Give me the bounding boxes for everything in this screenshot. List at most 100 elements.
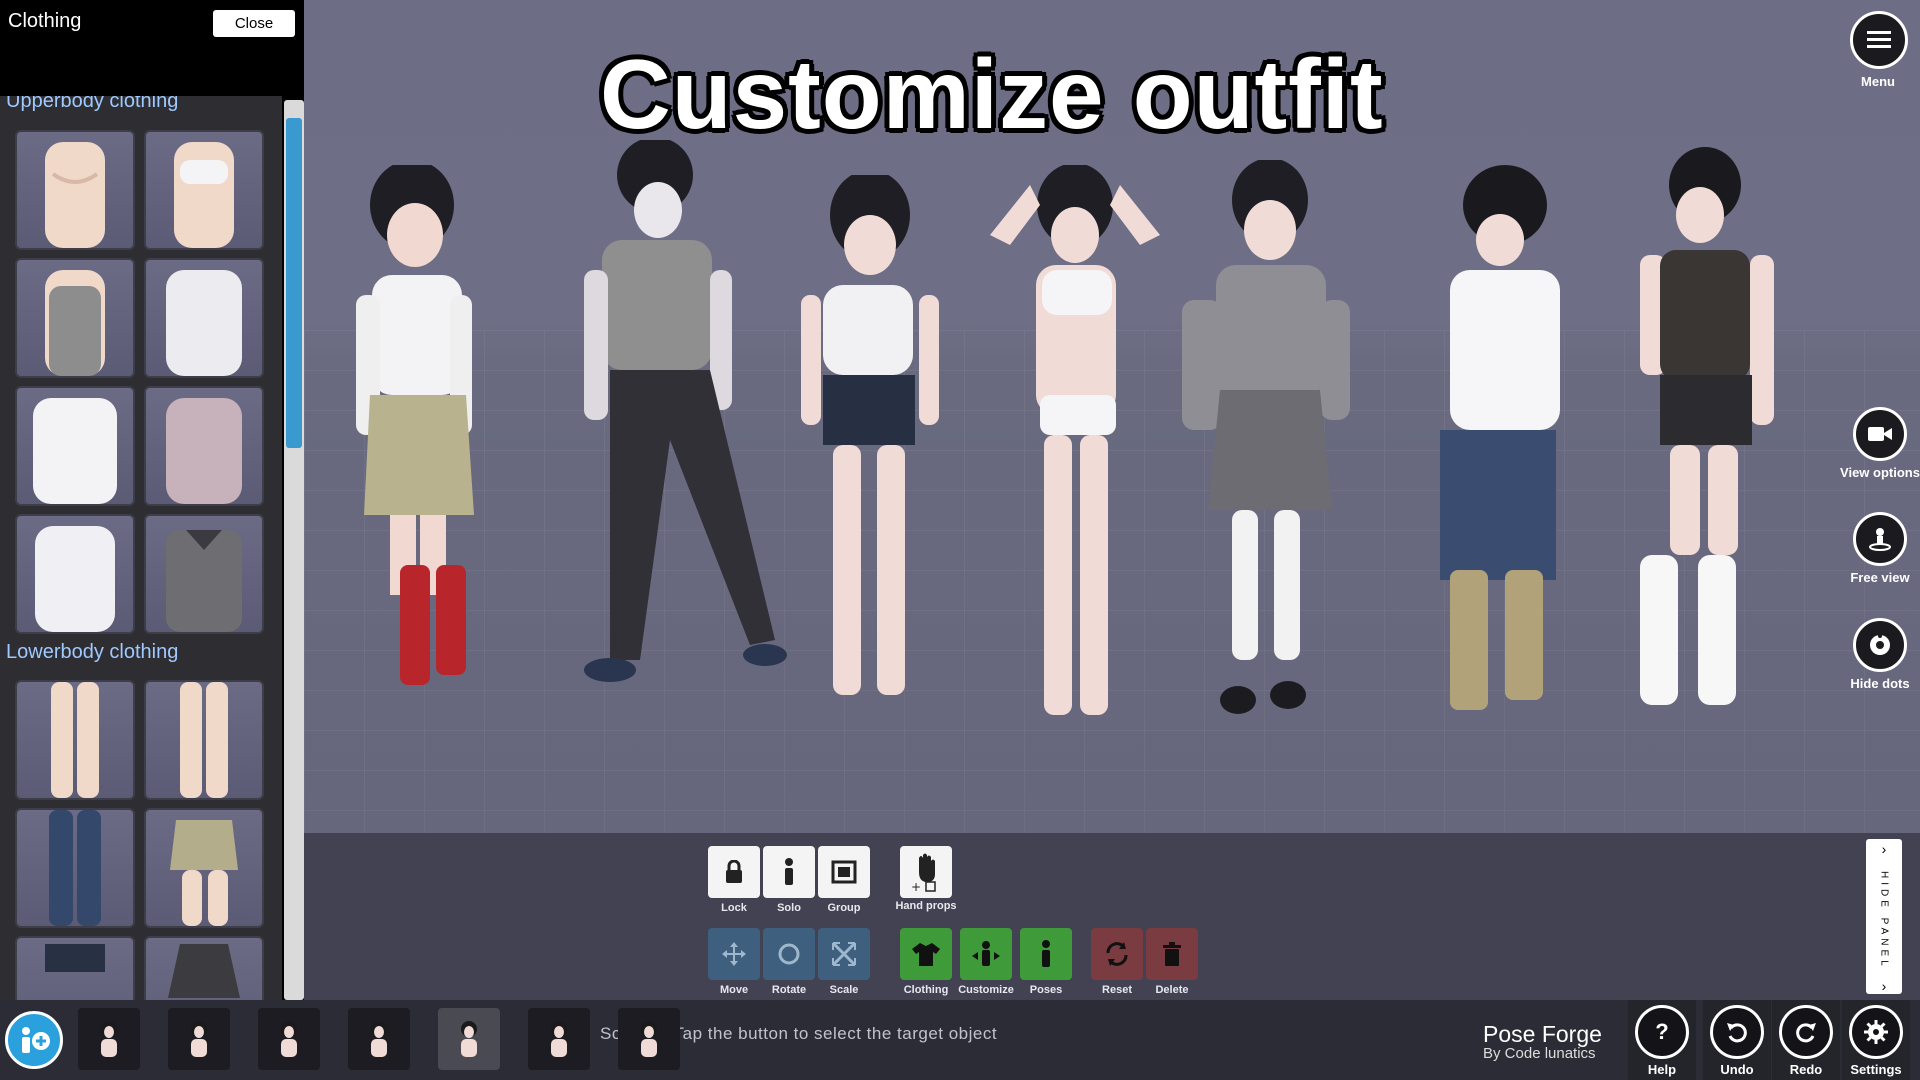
eye-dot-icon — [1870, 634, 1890, 655]
hide-dots-button[interactable] — [1853, 618, 1907, 672]
free-view-button[interactable] — [1853, 512, 1907, 566]
redo-circle[interactable] — [1779, 1005, 1833, 1059]
figure-6[interactable] — [1410, 160, 1590, 720]
app-name: Pose Forge — [1483, 1021, 1602, 1047]
clothing-list[interactable]: Upperbody clothing Lowerbody clothing — [0, 96, 282, 1000]
help-circle[interactable]: ? — [1635, 1005, 1689, 1059]
reset-icon — [1106, 942, 1128, 966]
add-character-button[interactable] — [5, 1011, 63, 1069]
trash-icon — [1163, 942, 1181, 966]
figure-7[interactable] — [1600, 145, 1800, 715]
clothing-panel: Clothing Close Upperbody clothing Lowerb… — [0, 0, 304, 1000]
clothing-item[interactable] — [144, 258, 264, 378]
settings-label: Settings — [1850, 1062, 1902, 1077]
help-label: Help — [1647, 1062, 1677, 1077]
scale-label: Scale — [829, 984, 859, 996]
clothing-item[interactable] — [144, 514, 264, 634]
gear-icon — [1864, 1020, 1888, 1044]
hamburger-icon — [1867, 31, 1891, 48]
scrollbar-thumb[interactable] — [286, 118, 302, 448]
character-slot[interactable] — [348, 1008, 410, 1070]
rotate-button[interactable] — [763, 928, 815, 980]
view-options-button[interactable] — [1853, 407, 1907, 461]
hide-panel-label: HIDE PANEL — [1878, 870, 1890, 970]
svg-text:+: + — [911, 880, 921, 892]
clothing-item[interactable] — [144, 130, 264, 250]
shirt-icon — [912, 943, 940, 966]
hide-panel-button[interactable]: › HIDE PANEL › — [1866, 839, 1902, 994]
character-slot[interactable] — [528, 1008, 590, 1070]
hide-dots-label: Hide dots — [1850, 676, 1910, 691]
rotate-icon — [778, 943, 800, 965]
character-thumbnail-icon — [281, 1021, 297, 1057]
character-slot[interactable] — [258, 1008, 320, 1070]
free-view-label: Free view — [1850, 570, 1910, 585]
clothing-item[interactable] — [15, 514, 135, 634]
clothing-item[interactable] — [15, 258, 135, 378]
section-lowerbody: Lowerbody clothing — [6, 641, 179, 663]
character-slot[interactable] — [618, 1008, 680, 1070]
move-arrows-icon — [722, 942, 746, 966]
clothing-item[interactable] — [144, 386, 264, 506]
delete-button[interactable] — [1146, 928, 1198, 980]
figure-1[interactable] — [350, 165, 510, 725]
settings-circle[interactable] — [1849, 1005, 1903, 1059]
undo-circle[interactable] — [1710, 1005, 1764, 1059]
clothing-item[interactable] — [15, 386, 135, 506]
reset-button[interactable] — [1091, 928, 1143, 980]
figure-4[interactable] — [970, 165, 1180, 720]
panel-title: Clothing — [8, 10, 82, 32]
video-camera-icon — [1868, 427, 1892, 441]
customize-person-icon — [972, 941, 1000, 966]
undo-label: Undo — [1720, 1062, 1754, 1077]
lock-icon — [726, 860, 742, 883]
clothing-item[interactable] — [15, 808, 135, 928]
page-title: Customize outfit — [600, 39, 1384, 149]
person-icon — [785, 858, 793, 885]
view-options-label: View options — [1840, 465, 1920, 480]
delete-label: Delete — [1155, 984, 1189, 996]
customize-button[interactable] — [960, 928, 1012, 980]
character-thumbnail-icon — [101, 1021, 117, 1057]
hand-props-label: Hand props — [895, 900, 957, 912]
chevron-right-icon: › — [1881, 978, 1887, 994]
add-person-icon — [22, 1027, 50, 1053]
section-upperbody: Upperbody clothing — [6, 96, 179, 112]
character-thumbnail-icon — [191, 1021, 207, 1057]
character-thumbnail-icon — [371, 1021, 387, 1057]
hand-props-button[interactable]: + — [900, 846, 952, 898]
hand-props-icon: + — [911, 853, 936, 892]
close-button[interactable]: Close — [213, 10, 295, 37]
character-slot-selected[interactable] — [438, 1008, 500, 1070]
clothing-button[interactable] — [900, 928, 952, 980]
character-slot[interactable] — [78, 1008, 140, 1070]
menu-button[interactable] — [1850, 11, 1908, 69]
solo-button[interactable] — [763, 846, 815, 898]
character-thumbnail-icon — [461, 1021, 477, 1057]
clothing-item[interactable] — [144, 936, 264, 1000]
clothing-item[interactable] — [15, 680, 135, 800]
group-button[interactable] — [818, 846, 870, 898]
app-developer: By Code lunatics — [1483, 1045, 1596, 1062]
scale-icon — [832, 942, 856, 966]
character-slot[interactable] — [168, 1008, 230, 1070]
undo-icon — [1727, 1023, 1747, 1043]
character-thumbnail-icon — [551, 1021, 567, 1057]
pose-person-icon — [1042, 940, 1050, 967]
clothing-item[interactable] — [144, 808, 264, 928]
redo-label: Redo — [1789, 1062, 1823, 1077]
poses-button[interactable] — [1020, 928, 1072, 980]
figure-5[interactable] — [1170, 160, 1360, 720]
poses-label: Poses — [1029, 984, 1063, 996]
clothing-item[interactable] — [144, 680, 264, 800]
clothing-item[interactable] — [15, 936, 135, 1000]
lock-button[interactable] — [708, 846, 760, 898]
question-icon: ? — [1655, 1019, 1669, 1044]
figure-3[interactable] — [795, 175, 945, 715]
scale-button[interactable] — [818, 928, 870, 980]
figure-2[interactable] — [570, 140, 790, 700]
redo-icon — [1796, 1023, 1816, 1043]
clothing-item[interactable] — [15, 130, 135, 250]
move-button[interactable] — [708, 928, 760, 980]
group-label: Group — [827, 902, 861, 914]
